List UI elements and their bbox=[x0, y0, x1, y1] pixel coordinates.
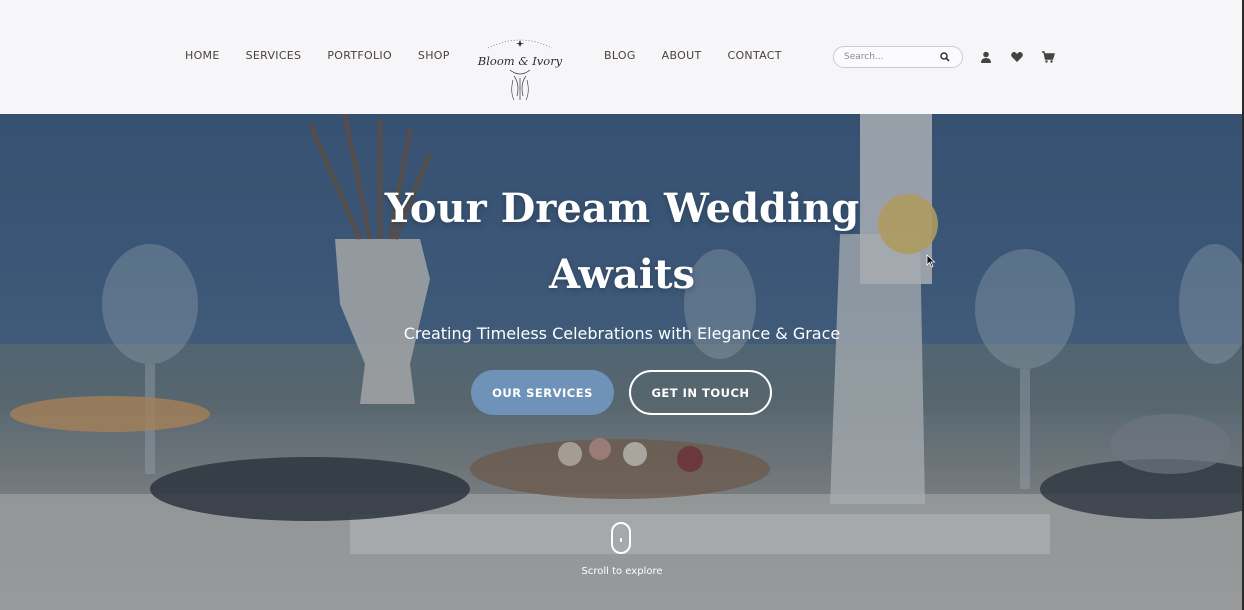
search-icon[interactable] bbox=[940, 52, 950, 62]
search-box bbox=[833, 46, 963, 68]
hero-subtitle: Creating Timeless Celebrations with Eleg… bbox=[403, 324, 841, 343]
hero-section: Your Dream Wedding Awaits Creating Timel… bbox=[0, 114, 1244, 610]
logo-text: Bloom & Ivory bbox=[477, 54, 563, 68]
heart-icon[interactable] bbox=[1010, 50, 1024, 64]
nav-home[interactable]: HOME bbox=[185, 49, 220, 62]
site-logo[interactable]: Bloom & Ivory bbox=[470, 30, 570, 108]
cart-icon[interactable] bbox=[1041, 50, 1055, 64]
nav-about[interactable]: ABOUT bbox=[662, 49, 702, 62]
nav-portfolio[interactable]: PORTFOLIO bbox=[327, 49, 392, 62]
nav-blog[interactable]: BLOG bbox=[604, 49, 636, 62]
logo-ornament-icon bbox=[487, 39, 553, 101]
primary-nav-right: BLOG ABOUT CONTACT bbox=[604, 49, 782, 62]
primary-nav-left: HOME SERVICES PORTFOLIO SHOP bbox=[185, 49, 450, 62]
site-header: HOME SERVICES PORTFOLIO SHOP Bloom & Ivo… bbox=[0, 0, 1244, 114]
nav-shop[interactable]: SHOP bbox=[418, 49, 450, 62]
our-services-button[interactable]: OUR SERVICES bbox=[471, 370, 614, 415]
scroll-hint: Scroll to explore bbox=[581, 566, 663, 577]
nav-contact[interactable]: CONTACT bbox=[727, 49, 781, 62]
scroll-mouse-icon[interactable] bbox=[611, 522, 631, 554]
get-in-touch-button[interactable]: GET IN TOUCH bbox=[629, 370, 772, 415]
search-input[interactable] bbox=[844, 52, 940, 62]
mouse-pointer-icon bbox=[926, 254, 936, 268]
user-icon[interactable] bbox=[979, 50, 993, 64]
nav-services[interactable]: SERVICES bbox=[246, 49, 302, 62]
hero-title: Your Dream Wedding Awaits bbox=[384, 185, 860, 298]
